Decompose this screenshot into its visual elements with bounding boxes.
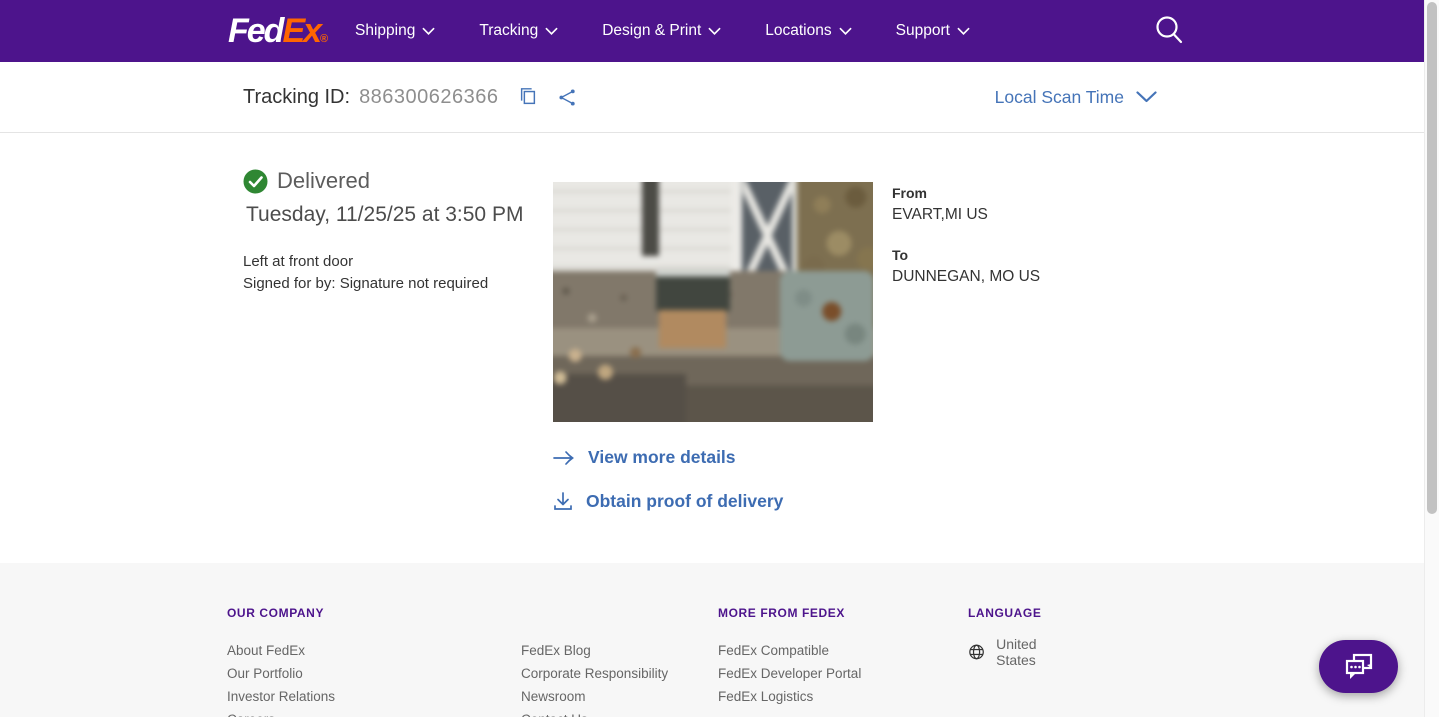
nav-locations[interactable]: Locations xyxy=(765,22,851,40)
to-label: To xyxy=(892,247,1152,263)
main-nav: Shipping Tracking Design & Print Locatio… xyxy=(355,0,970,62)
footer-link-contact-us[interactable]: Contact Us xyxy=(521,708,668,717)
to-value: DUNNEGAN, MO US xyxy=(892,268,1152,286)
delivered-check-icon xyxy=(243,169,268,194)
footer-link-fedex-blog[interactable]: FedEx Blog xyxy=(521,639,668,662)
chevron-down-icon xyxy=(957,27,970,35)
fedex-tracking-page: FedEx® Shipping Tracking Design & Print … xyxy=(0,0,1439,717)
tracking-id-label: Tracking ID: xyxy=(243,86,350,109)
share-icon[interactable] xyxy=(557,85,579,109)
scrollbar-thumb[interactable] xyxy=(1427,2,1437,514)
main-header: FedEx® Shipping Tracking Design & Print … xyxy=(0,0,1424,62)
shipment-route: From EVART,MI US To DUNNEGAN, MO US xyxy=(892,185,1152,286)
chevron-down-icon xyxy=(545,27,558,35)
footer-heading: MORE FROM FEDEX xyxy=(718,606,845,620)
footer-link-our-portfolio[interactable]: Our Portfolio xyxy=(227,662,335,685)
language-selector[interactable]: United States xyxy=(968,636,1047,668)
footer-link-about-fedex[interactable]: About FedEx xyxy=(227,639,335,662)
chevron-down-icon xyxy=(422,27,435,35)
copy-icon[interactable] xyxy=(517,85,539,109)
delivery-photo xyxy=(553,182,873,422)
search-icon[interactable] xyxy=(1152,13,1188,49)
signed-by-note: Signed for by: Signature not required xyxy=(243,273,543,295)
photo-post xyxy=(642,182,659,256)
view-more-details-link[interactable]: View more details xyxy=(553,447,736,468)
footer-link-newsroom[interactable]: Newsroom xyxy=(521,685,668,708)
logo-fed: Fed xyxy=(228,12,282,50)
footer-link-careers[interactable]: Careers xyxy=(227,708,335,717)
language-value: United States xyxy=(996,636,1047,668)
tracking-id-value: 886300626366 xyxy=(359,86,498,109)
chevron-down-icon xyxy=(708,27,721,35)
footer-link-fedex-developer-portal[interactable]: FedEx Developer Portal xyxy=(718,662,861,685)
nav-shipping[interactable]: Shipping xyxy=(355,22,435,40)
nav-support[interactable]: Support xyxy=(896,22,970,40)
delivery-status-block: Delivered Tuesday, 11/25/25 at 3:50 PM L… xyxy=(243,168,543,294)
chat-button[interactable] xyxy=(1319,640,1398,693)
arrow-right-icon xyxy=(553,450,575,466)
photo-package-box xyxy=(659,310,726,348)
nav-tracking[interactable]: Tracking xyxy=(479,22,558,40)
footer-link-corporate-responsibility[interactable]: Corporate Responsibility xyxy=(521,662,668,685)
chevron-down-icon xyxy=(1136,91,1157,103)
nav-design-print[interactable]: Design & Print xyxy=(602,22,721,40)
from-value: EVART,MI US xyxy=(892,206,1152,224)
download-icon xyxy=(553,492,573,511)
photo-package-top xyxy=(656,269,730,313)
footer-link-fedex-logistics[interactable]: FedEx Logistics xyxy=(718,685,861,708)
globe-icon xyxy=(968,638,985,666)
from-label: From xyxy=(892,185,1152,201)
fedex-logo[interactable]: FedEx® xyxy=(228,15,328,55)
page-scrollbar[interactable] xyxy=(1424,0,1439,717)
delivery-datetime: Tuesday, 11/25/25 at 3:50 PM xyxy=(243,203,543,227)
footer-link-fedex-compatible[interactable]: FedEx Compatible xyxy=(718,639,861,662)
footer-link-investor-relations[interactable]: Investor Relations xyxy=(227,685,335,708)
obtain-proof-link[interactable]: Obtain proof of delivery xyxy=(553,491,783,512)
delivery-location-note: Left at front door xyxy=(243,251,543,273)
photo-planter xyxy=(780,271,873,361)
footer-heading: OUR COMPANY xyxy=(227,606,324,620)
status-state: Delivered xyxy=(277,168,370,194)
local-scan-time-toggle[interactable]: Local Scan Time xyxy=(995,62,1157,132)
tracking-id-bar: Tracking ID: 886300626366 Local Scan Tim… xyxy=(0,62,1424,133)
chat-bubbles-icon xyxy=(1341,652,1377,682)
footer-heading: LANGUAGE xyxy=(968,606,1041,620)
logo-registered-mark: ® xyxy=(320,33,328,45)
page-footer: OUR COMPANY About FedEx Our Portfolio In… xyxy=(0,563,1424,717)
chevron-down-icon xyxy=(839,27,852,35)
logo-ex: Ex xyxy=(282,12,320,50)
